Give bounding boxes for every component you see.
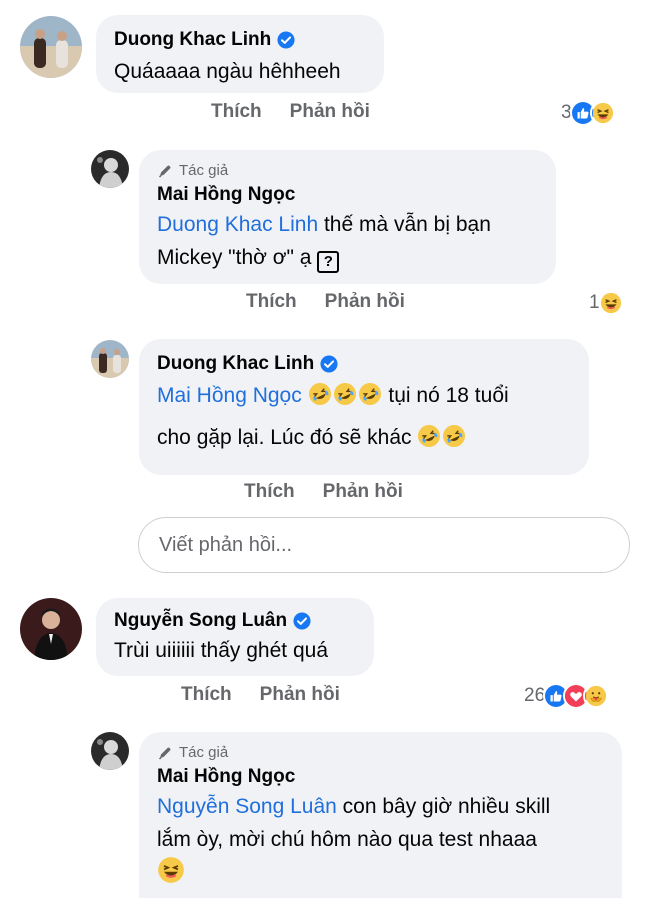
rofl-emoji-icon [417, 424, 441, 448]
avatar-photo [91, 340, 129, 378]
commenter-name[interactable]: Duong Khac Linh [114, 27, 271, 53]
rofl-emoji-icon [308, 382, 332, 406]
reply-button[interactable]: Phản hồi [290, 101, 370, 123]
mention-link[interactable]: Mai Hồng Ngọc [157, 384, 302, 407]
reply-button[interactable]: Phản hồi [325, 291, 405, 313]
laughing-emoji-icon [157, 856, 185, 884]
avatar-duong-khac-linh[interactable] [20, 16, 82, 78]
comment-bubble-5: Tác giả Mai Hồng Ngọc Nguyễn Song Luân c… [139, 732, 622, 898]
comment-actions-2: Thích Phản hồi [246, 291, 405, 313]
mention-link[interactable]: Duong Khac Linh [157, 213, 318, 236]
author-badge: Tác giả [157, 162, 538, 180]
like-button[interactable]: Thích [244, 481, 295, 503]
comment-bubble-1: Duong Khac Linh Quáaaaa ngàu hêhheeh [96, 15, 384, 93]
like-button[interactable]: Thích [211, 101, 262, 123]
avatar-nguyen-song-luan[interactable] [20, 598, 82, 660]
comment-bubble-3: Duong Khac Linh Mai Hồng Ngọc tụi nó 18 … [139, 339, 589, 475]
comment-bubble-2: Tác giả Mai Hồng Ngọc Duong Khac Linh th… [139, 150, 556, 284]
comment-text: Quáaaaa ngàu hêhheeh [114, 60, 341, 83]
verified-badge-icon [293, 612, 311, 630]
reaction-summary-4[interactable]: 26 [524, 683, 610, 709]
care-icon [583, 683, 610, 709]
avatar-mai-hong-ngoc[interactable] [91, 732, 129, 770]
reaction-summary-1[interactable]: 3 [561, 100, 616, 126]
reaction-summary-2[interactable]: 1 [589, 290, 624, 316]
comment-text: Nguyễn Song Luân con bây giờ nhiều skill… [157, 790, 604, 890]
comment-text: Mai Hồng Ngọc tụi nó 18 tuổi cho gặp lại… [157, 375, 571, 459]
question-box-icon: ? [317, 251, 340, 273]
avatar-mai-hong-ngoc[interactable] [91, 150, 129, 188]
verified-badge-icon [277, 31, 295, 49]
comment-actions-4: Thích Phản hồi [181, 684, 340, 706]
haha-icon [589, 100, 616, 126]
rofl-emoji-icon [358, 382, 382, 406]
comment-actions-3: Thích Phản hồi [244, 481, 403, 503]
mention-link[interactable]: Nguyễn Song Luân [157, 795, 337, 818]
commenter-name[interactable]: Mai Hồng Ngọc [157, 182, 295, 208]
verified-badge-icon [320, 355, 338, 373]
reply-button[interactable]: Phản hồi [260, 684, 340, 706]
commenter-name[interactable]: Duong Khac Linh [157, 351, 314, 377]
avatar-photo [91, 732, 129, 770]
author-badge: Tác giả [157, 744, 604, 762]
comment-text: Duong Khac Linh thế mà vẫn bị bạn Mickey… [157, 208, 538, 274]
avatar-duong-khac-linh[interactable] [91, 340, 129, 378]
avatar-photo [20, 16, 82, 78]
commenter-name[interactable]: Nguyễn Song Luân [114, 608, 287, 634]
like-button[interactable]: Thích [246, 291, 297, 313]
reply-input[interactable]: Viết phản hồi... [138, 517, 630, 573]
rofl-emoji-icon [442, 424, 466, 448]
reaction-count: 26 [524, 685, 546, 706]
commenter-name[interactable]: Mai Hồng Ngọc [157, 764, 295, 790]
avatar-photo [91, 150, 129, 188]
comment-actions-1: Thích Phản hồi [211, 101, 370, 123]
avatar-photo [20, 598, 82, 660]
reply-button[interactable]: Phản hồi [323, 481, 403, 503]
comment-text: Trùi uiiiiii thấy ghét quá [114, 639, 328, 662]
haha-icon [597, 290, 624, 316]
rofl-emoji-icon [333, 382, 357, 406]
comment-bubble-4: Nguyễn Song Luân Trùi uiiiiii thấy ghét … [96, 598, 374, 676]
like-button[interactable]: Thích [181, 684, 232, 706]
pen-icon [157, 745, 173, 761]
pen-icon [157, 163, 173, 179]
